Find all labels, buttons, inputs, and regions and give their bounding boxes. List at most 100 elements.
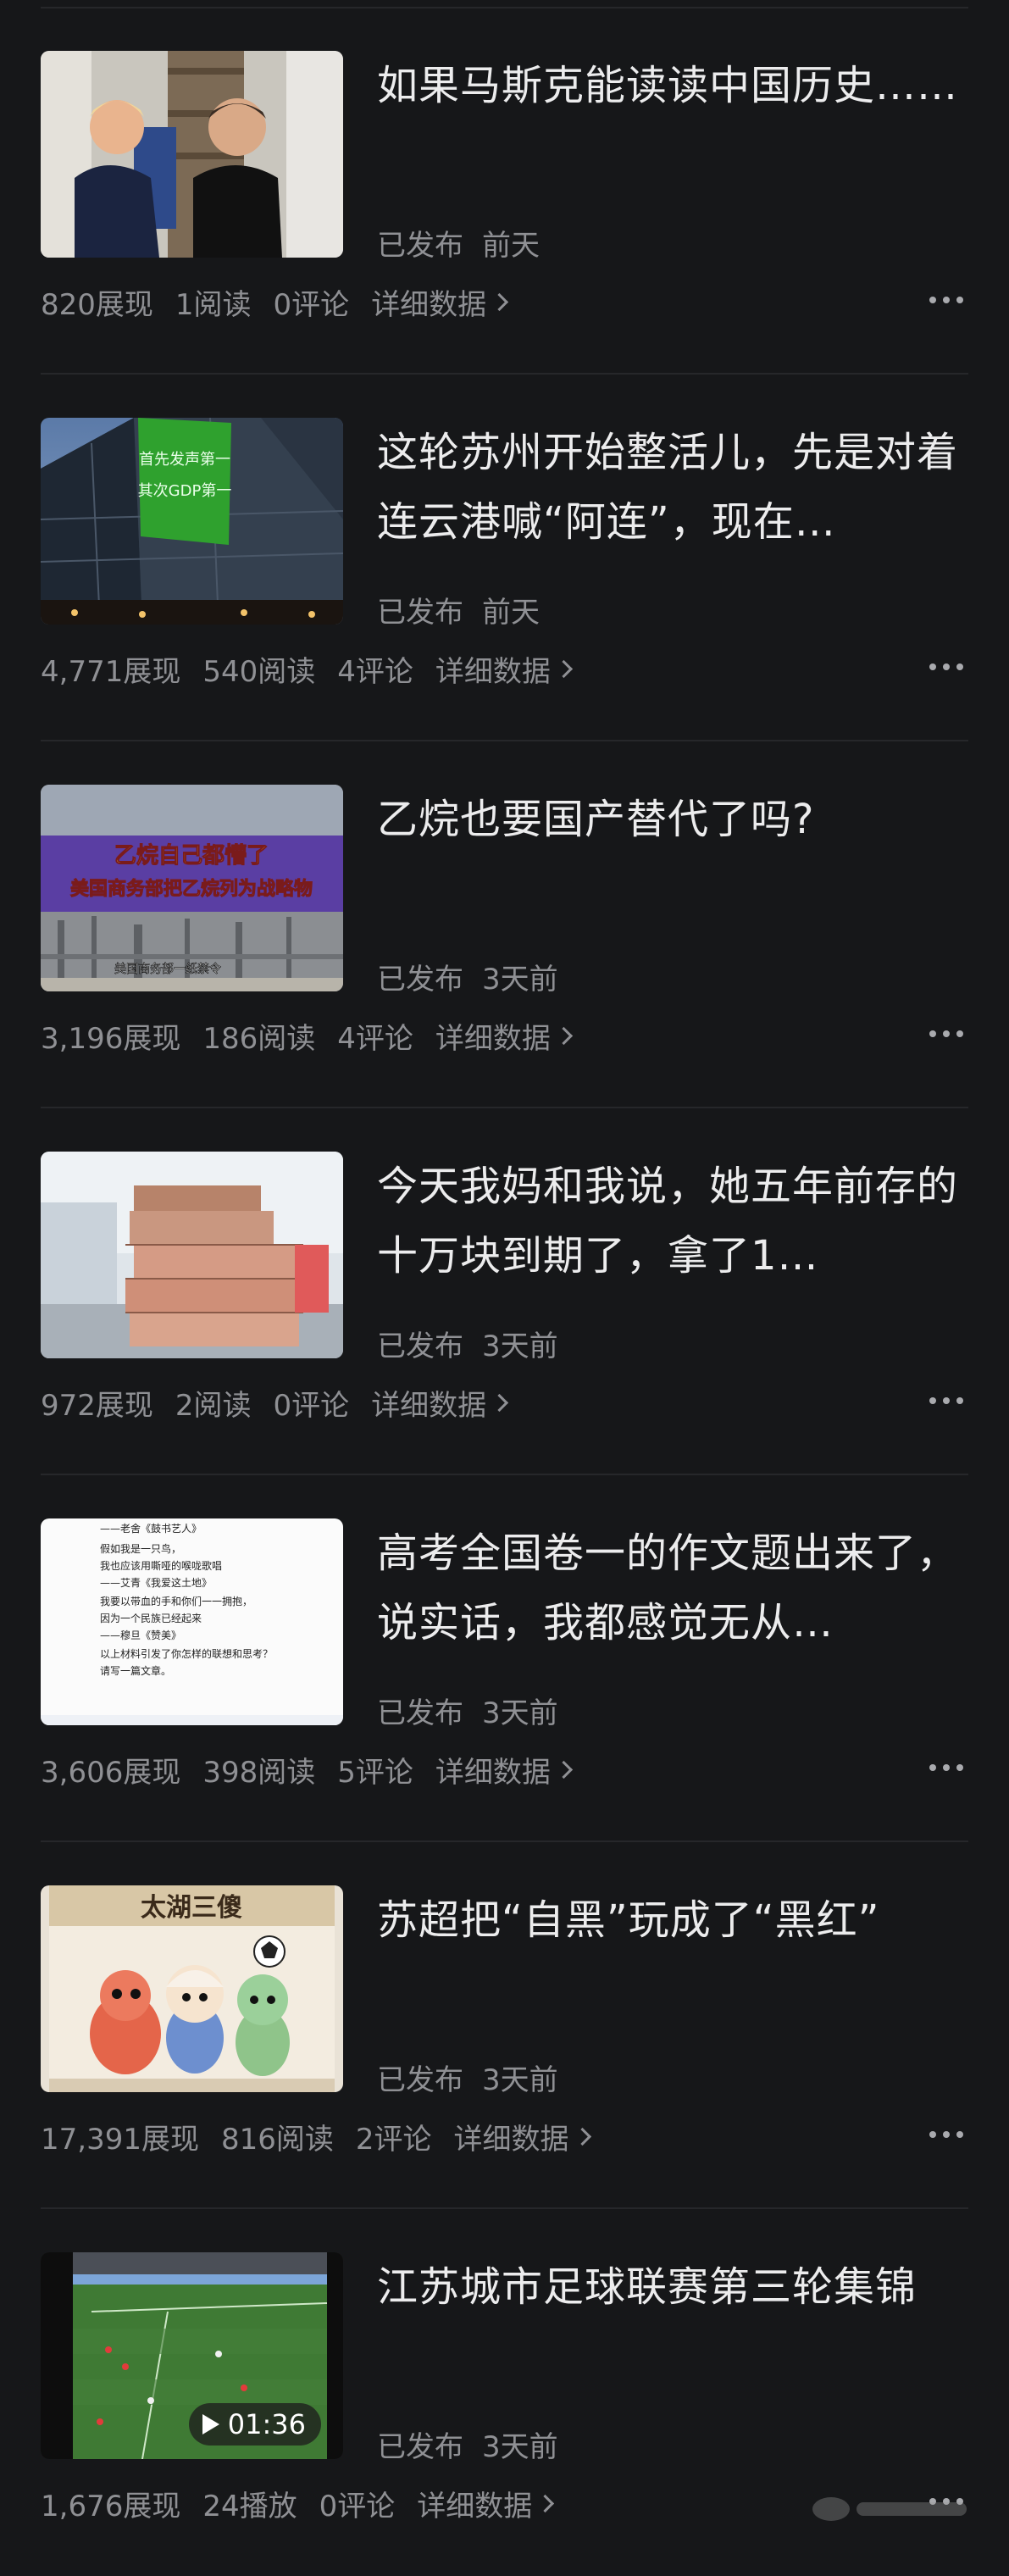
article-thumbnail[interactable]: ——老舍《鼓书艺人》 假如我是一只鸟， 我也应该用嘶哑的喉咙歌唱 ——艾青《我爱… <box>41 1518 343 1725</box>
publish-status: 已发布 <box>377 963 463 997</box>
card-divider <box>41 1840 968 1842</box>
comments-count: 0评论 <box>319 2490 396 2523</box>
essay-line: 请写一篇文章。 <box>100 1664 171 1677</box>
article-title[interactable]: 高考全国卷一的作文题出来了，说实话，我都感觉无从… <box>377 1518 962 1657</box>
industrial-banner-image: 乙烷自己都懵了 美国商务部把乙烷列为战略物 美国商务部一纸禁令 <box>41 785 343 991</box>
publish-time: 3天前 <box>482 2430 558 2464</box>
video-duration: 01:36 <box>227 2408 306 2440</box>
publish-status: 已发布 <box>377 596 463 630</box>
detail-data-link[interactable]: 详细数据 <box>371 281 509 323</box>
detail-data-link[interactable]: 详细数据 <box>454 2116 591 2157</box>
publish-time: 3天前 <box>482 1696 558 1730</box>
play-icon <box>202 2414 219 2434</box>
publish-time: 3天前 <box>482 1330 558 1363</box>
article-thumbnail[interactable] <box>41 51 343 258</box>
article-stats: 4,771展现 540阅读 4评论 详细数据 <box>41 648 573 690</box>
publish-info: 已发布 3天前 <box>377 2423 577 2465</box>
video-thumbnail[interactable]: 01:36 <box>41 2252 343 2459</box>
chevron-right-icon <box>554 659 573 679</box>
article-card[interactable]: 乙烷自己都懵了 美国商务部把乙烷列为战略物 美国商务部一纸禁令 乙烷也要国产替代… <box>41 742 968 1108</box>
more-options-icon[interactable] <box>929 663 963 670</box>
views-count: 972展现 <box>41 1389 153 1423</box>
building-screen-image: 首先发声第一 其次GDP第一 <box>41 418 343 625</box>
detail-data-link[interactable]: 详细数据 <box>435 648 573 690</box>
article-card[interactable]: 首先发声第一 其次GDP第一 这轮苏州开始整活儿，先是对着连云港喊“阿连”，现在… <box>41 375 968 741</box>
article-card[interactable]: 太湖三傻 苏超把“自黑”玩成了“黑红” 已发布 3天前 17,391展现 816… <box>41 1843 968 2209</box>
publish-info: 已发布 3天前 <box>377 956 577 997</box>
banner-caption: 美国商务部一纸禁令 <box>114 963 221 976</box>
publish-status: 已发布 <box>377 1696 463 1730</box>
views-count: 4,771展现 <box>41 655 181 689</box>
more-options-icon[interactable] <box>929 297 963 303</box>
essay-line: ——艾青《我爱这土地》 <box>100 1576 212 1589</box>
publish-time: 前天 <box>482 229 540 263</box>
article-stats: 972展现 2阅读 0评论 详细数据 <box>41 1382 509 1424</box>
article-thumbnail[interactable]: 首先发声第一 其次GDP第一 <box>41 418 343 625</box>
detail-data-link[interactable]: 详细数据 <box>417 2483 555 2524</box>
publish-info: 已发布 3天前 <box>377 2057 577 2098</box>
reads-count: 186阅读 <box>202 1022 316 1056</box>
screen-text-line1: 首先发声第一 <box>139 451 230 469</box>
essay-line: 因为一个民族已经起来 <box>100 1613 202 1624</box>
chevron-right-icon <box>491 1393 509 1413</box>
article-thumbnail[interactable]: 太湖三傻 <box>41 1885 343 2092</box>
publish-info: 已发布 3天前 <box>377 1690 577 1731</box>
publish-info: 已发布 前天 <box>377 222 558 264</box>
essay-line: 以上材料引发了你怎样的联想和思考？ <box>100 1647 273 1660</box>
article-title[interactable]: 如果马斯克能读读中国历史…… <box>377 51 962 120</box>
watermark-logo <box>812 2497 967 2521</box>
comments-count: 4评论 <box>337 1022 413 1056</box>
figurines-image: 太湖三傻 <box>41 1885 343 2092</box>
article-title[interactable]: 苏超把“自黑”玩成了“黑红” <box>377 1885 962 1955</box>
detail-data-label: 详细数据 <box>371 288 487 322</box>
video-duration-badge[interactable]: 01:36 <box>188 2403 321 2446</box>
article-stats: 17,391展现 816阅读 2评论 详细数据 <box>41 2116 591 2157</box>
reads-count: 1阅读 <box>175 288 252 322</box>
detail-data-link[interactable]: 详细数据 <box>371 1382 509 1424</box>
detail-data-label: 详细数据 <box>435 1756 551 1790</box>
card-divider <box>41 740 968 741</box>
detail-data-link[interactable]: 详细数据 <box>435 1749 573 1790</box>
publish-time: 前天 <box>482 596 540 630</box>
detail-data-label: 详细数据 <box>371 1389 487 1423</box>
box-label: 太湖三傻 <box>141 1893 242 1923</box>
article-title[interactable]: 乙烷也要国产替代了吗? <box>377 785 962 854</box>
article-stats: 820展现 1阅读 0评论 详细数据 <box>41 281 509 323</box>
essay-text-image: ——老舍《鼓书艺人》 假如我是一只鸟， 我也应该用嘶哑的喉咙歌唱 ——艾青《我爱… <box>41 1518 343 1725</box>
more-options-icon[interactable] <box>929 2131 963 2138</box>
article-title[interactable]: 今天我妈和我说，她五年前存的十万块到期了，拿了1… <box>377 1152 962 1291</box>
publish-status: 已发布 <box>377 229 463 263</box>
card-divider <box>41 1474 968 1475</box>
more-options-icon[interactable] <box>929 1030 963 1037</box>
reads-count: 398阅读 <box>202 1756 316 1790</box>
detail-data-link[interactable]: 详细数据 <box>435 1015 573 1057</box>
comments-count: 2评论 <box>355 2123 432 2157</box>
essay-line: 我也应该用嘶哑的喉咙歌唱 <box>100 1559 222 1572</box>
more-options-icon[interactable] <box>929 1397 963 1404</box>
portrait-photo-image <box>41 51 343 258</box>
article-card[interactable]: 如果马斯克能读读中国历史…… 已发布 前天 820展现 1阅读 0评论 详细数据 <box>41 8 968 375</box>
plays-count: 24播放 <box>202 2490 297 2523</box>
chevron-right-icon <box>491 292 509 312</box>
screen-text-line2: 其次GDP第一 <box>138 482 232 500</box>
views-count: 17,391展现 <box>41 2123 199 2157</box>
views-count: 1,676展现 <box>41 2490 181 2523</box>
views-count: 3,196展现 <box>41 1022 181 1056</box>
article-thumbnail[interactable] <box>41 1152 343 1358</box>
article-title[interactable]: 这轮苏州开始整活儿，先是对着连云港喊“阿连”，现在… <box>377 418 962 557</box>
article-title[interactable]: 江苏城市足球联赛第三轮集锦 <box>377 2252 962 2322</box>
article-stats: 1,676展现 24播放 0评论 详细数据 <box>41 2483 555 2524</box>
publish-info: 已发布 3天前 <box>377 1323 577 1364</box>
comments-count: 5评论 <box>337 1756 413 1790</box>
article-thumbnail[interactable]: 乙烷自己都懵了 美国商务部把乙烷列为战略物 美国商务部一纸禁令 <box>41 785 343 991</box>
money-stack-image <box>41 1152 343 1358</box>
views-count: 3,606展现 <box>41 1756 181 1790</box>
chevron-right-icon <box>554 1760 573 1779</box>
article-card[interactable]: 今天我妈和我说，她五年前存的十万块到期了，拿了1… 已发布 3天前 972展现 2… <box>41 1109 968 1475</box>
article-stats: 3,606展现 398阅读 5评论 详细数据 <box>41 1749 573 1790</box>
article-card[interactable]: ——老舍《鼓书艺人》 假如我是一只鸟， 我也应该用嘶哑的喉咙歌唱 ——艾青《我爱… <box>41 1476 968 1842</box>
banner-subline: 美国商务部把乙烷列为战略物 <box>70 878 313 900</box>
card-divider <box>41 373 968 375</box>
detail-data-label: 详细数据 <box>435 1022 551 1056</box>
more-options-icon[interactable] <box>929 1764 963 1771</box>
